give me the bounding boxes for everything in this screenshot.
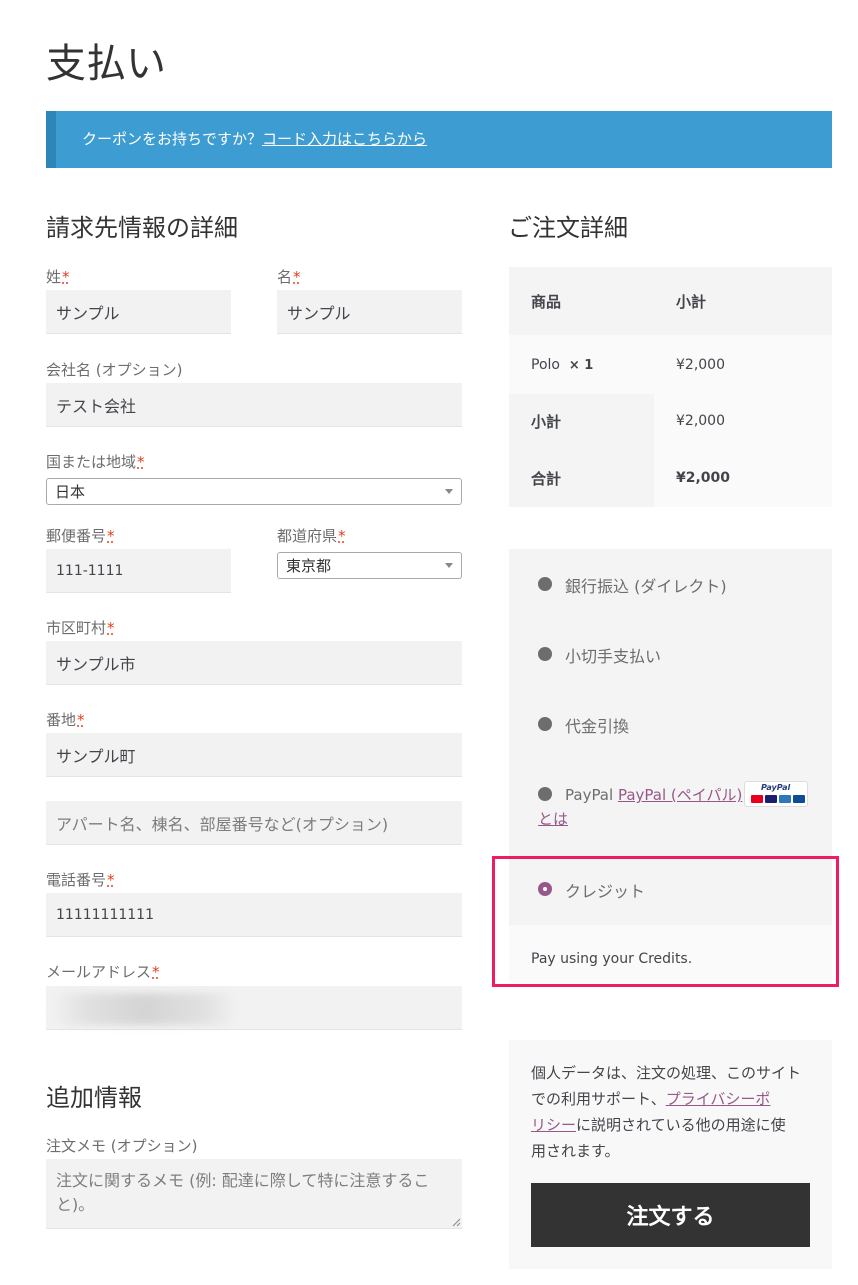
total-label: 合計 (531, 469, 562, 488)
coupon-code-link[interactable]: コード入力はこちらから (262, 130, 427, 148)
state-select[interactable]: 東京都 (277, 552, 462, 579)
address1-input[interactable]: サンプル町 (46, 733, 462, 777)
radio-bank-transfer[interactable] (538, 577, 552, 591)
payment-bank-transfer-label[interactable]: 銀行振込 (ダイレクト) (565, 573, 727, 597)
payment-cheque-label[interactable]: 小切手支払い (565, 643, 661, 667)
radio-cheque[interactable] (538, 647, 552, 661)
country-label: 国または地域* (46, 453, 145, 471)
privacy-text: 個人データは、注文の処理、このサイト での利用サポート、プライバシーポ リシーに… (531, 1064, 802, 1160)
address2-input[interactable]: アパート名、棟名、部屋番号など(オプション) (46, 801, 462, 845)
col-product: 商品 (531, 292, 562, 311)
highlight-box (492, 856, 839, 987)
email-redacted (50, 993, 240, 1025)
last-name-input[interactable]: サンプル (46, 290, 231, 334)
subtotal-value: ¥2,000 (676, 413, 725, 429)
paypal-what-is-link[interactable]: PayPal (ペイパル) (618, 786, 742, 804)
last-name-label: 姓* (46, 268, 70, 286)
total-value: ¥2,000 (676, 470, 731, 486)
postcode-input[interactable]: 111-1111 (46, 549, 231, 593)
paypal-what-is-link-cont[interactable]: とは (538, 808, 568, 829)
amex-icon (779, 795, 791, 803)
page-title: 支払い (46, 41, 166, 87)
privacy-policy-link-cont[interactable]: リシー (531, 1116, 576, 1134)
payment-paypal-label[interactable]: PayPal PayPal (ペイパル) (565, 784, 742, 805)
item-name: Polo × 1 (531, 357, 594, 373)
radio-cod[interactable] (538, 717, 552, 731)
chevron-down-icon (445, 489, 453, 494)
company-input[interactable]: テスト会社 (46, 383, 462, 427)
city-label: 市区町村* (46, 619, 115, 637)
resize-handle-icon[interactable] (452, 1218, 461, 1227)
item-price: ¥2,000 (676, 357, 725, 373)
phone-label: 電話番号* (46, 871, 115, 889)
payment-cod-label[interactable]: 代金引換 (565, 713, 629, 737)
email-label: メールアドレス* (46, 963, 160, 981)
postcode-label: 郵便番号* (46, 527, 115, 545)
jcb-icon (793, 795, 805, 803)
mastercard-icon (751, 795, 763, 803)
paypal-logo: PayPal (744, 781, 808, 807)
visa-icon (765, 795, 777, 803)
coupon-notice: クーポンをお持ちですか？コード入力はこちらから (46, 111, 832, 168)
additional-heading: 追加情報 (46, 1084, 142, 1112)
city-input[interactable]: サンプル市 (46, 641, 462, 685)
billing-heading: 請求先情報の詳細 (46, 214, 238, 242)
place-order-button[interactable]: 注文する (531, 1183, 810, 1247)
coupon-prompt: クーポンをお持ちですか？ (82, 130, 263, 148)
state-label: 都道府県* (277, 527, 346, 545)
phone-input[interactable]: 11111111111 (46, 893, 462, 937)
radio-paypal[interactable] (538, 787, 552, 801)
subtotal-label: 小計 (531, 412, 562, 431)
address1-label: 番地* (46, 711, 85, 729)
chevron-down-icon (445, 563, 453, 568)
first-name-label: 名* (277, 268, 301, 286)
order-heading: ご注文詳細 (508, 214, 628, 242)
country-select[interactable]: 日本 (46, 478, 462, 505)
first-name-input[interactable]: サンプル (277, 290, 462, 334)
order-notes-textarea[interactable]: 注文に関するメモ (例: 配達に際して特に注意すること)。 (46, 1159, 462, 1229)
company-label: 会社名 (オプション) (46, 361, 183, 379)
privacy-policy-link[interactable]: プライバシーポ (666, 1090, 771, 1108)
notes-label: 注文メモ (オプション) (46, 1137, 198, 1155)
col-subtotal: 小計 (676, 292, 707, 311)
